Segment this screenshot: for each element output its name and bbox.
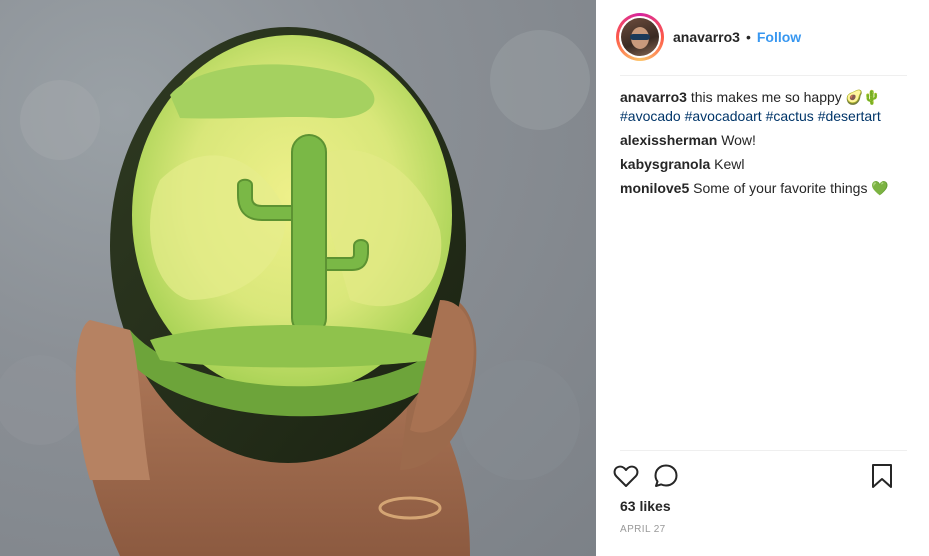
hashtag-link[interactable]: #desertart: [818, 108, 881, 124]
post-date[interactable]: APRIL 27: [620, 524, 666, 535]
comment-author[interactable]: monilove5: [620, 180, 689, 196]
caption-emojis: 🥑🌵: [845, 90, 881, 106]
bookmark-icon[interactable]: [868, 462, 896, 490]
follow-button[interactable]: Follow: [757, 29, 801, 45]
speech-bubble-icon[interactable]: [652, 462, 680, 490]
comment-author[interactable]: alexissherman: [620, 132, 717, 148]
comment-text: Some of your favorite things: [693, 180, 868, 196]
hashtag-link[interactable]: #avocado: [620, 108, 681, 124]
post-header: anavarro3 • Follow: [616, 12, 906, 62]
caption-author[interactable]: anavarro3: [620, 89, 687, 105]
hashtag-link[interactable]: #cactus: [766, 108, 814, 124]
avatar[interactable]: [616, 13, 664, 61]
comment-author[interactable]: kabysgranola: [620, 156, 710, 172]
caption: anavarro3 this makes me so happy 🥑🌵 #avo…: [620, 88, 907, 125]
actions-divider: [620, 450, 907, 451]
hashtag-link[interactable]: #avocadoart: [685, 108, 762, 124]
green-heart-emoji: 💚: [871, 181, 889, 197]
heart-icon[interactable]: [612, 462, 640, 490]
comments-list: anavarro3 this makes me so happy 🥑🌵 #avo…: [620, 88, 907, 204]
likes-count[interactable]: 63 likes: [620, 498, 671, 514]
header-divider: [620, 75, 907, 76]
post-sidebar: anavarro3 • Follow anavarro3 this makes …: [596, 0, 929, 556]
comment-item: monilove5 Some of your favorite things 💚: [620, 179, 907, 198]
username-link[interactable]: anavarro3: [673, 29, 740, 45]
comment-text: Wow!: [721, 132, 756, 148]
action-bar: [612, 460, 908, 492]
post-photo[interactable]: [0, 0, 596, 556]
separator-dot: •: [745, 29, 751, 45]
carved-avocado-image: [0, 27, 590, 556]
avatar-photo: [621, 18, 659, 56]
caption-text: this makes me so happy: [690, 89, 842, 105]
comment-item: kabysgranola Kewl: [620, 155, 907, 173]
comment-text: Kewl: [714, 156, 745, 172]
comment-item: alexissherman Wow!: [620, 131, 907, 149]
